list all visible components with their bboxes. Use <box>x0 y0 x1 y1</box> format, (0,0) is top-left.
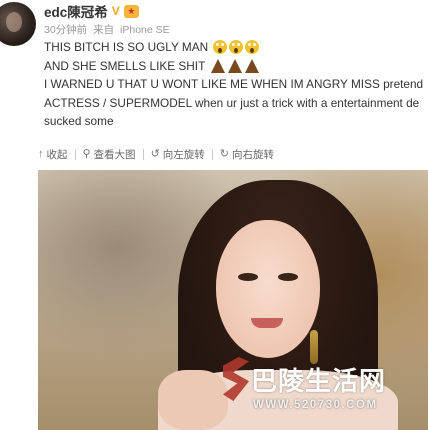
rotate-right-icon: ↻ <box>219 147 229 160</box>
photo-eye <box>278 273 298 281</box>
photo-mouth <box>251 318 283 328</box>
rotate-right-button[interactable]: ↻ 向右旋转 <box>220 147 274 162</box>
username-row: edc陳冠希 V ★ <box>44 2 139 20</box>
rotate-right-label: 向右旋转 <box>232 148 274 161</box>
divider <box>142 148 144 160</box>
vip-badge-icon[interactable]: V <box>112 5 120 17</box>
rotate-left-icon: ↺ <box>150 147 160 160</box>
poop-emoji-icon <box>245 58 260 73</box>
scream-emoji-icon <box>229 40 244 54</box>
rotate-left-label: 向左旋转 <box>162 148 205 161</box>
image-toolbar: ↑ 收起 ⚲ 查看大图 ↺ 向左旋转 ↻ 向右旋转 <box>38 143 428 165</box>
photo-face <box>216 220 320 358</box>
post-line-text: THIS BITCH IS SO UGLY MAN <box>44 40 209 54</box>
watermark-url: WWW.520730.COM <box>253 399 378 411</box>
post-line-text: AND SHE SMELLS LIKE SHIT <box>44 58 206 73</box>
medal-icon[interactable]: ★ <box>123 4 139 18</box>
post-meta: 30分钟前 来自 iPhone SE <box>44 22 173 37</box>
watermark-title: 巴陵生活网 <box>251 367 387 397</box>
photo-eye <box>238 273 258 281</box>
post-source: iPhone SE <box>120 24 170 36</box>
photo-hand <box>158 370 228 430</box>
scream-emoji-icon <box>245 40 260 54</box>
collapse-button[interactable]: ↑ 收起 <box>38 147 68 162</box>
photo-earring <box>310 330 318 364</box>
poop-emoji-icon <box>211 58 226 73</box>
post-line: sucked some <box>44 114 114 128</box>
post-line: AND SHE SMELLS LIKE SHIT <box>44 57 428 76</box>
username-link[interactable]: edc陳冠希 <box>44 1 108 21</box>
magnifier-icon: ⚲ <box>82 147 91 160</box>
source-prefix: 来自 <box>93 24 115 36</box>
view-large-label: 查看大图 <box>93 148 136 161</box>
avatar[interactable] <box>0 2 36 46</box>
divider <box>74 148 76 160</box>
view-large-button[interactable]: ⚲ 查看大图 <box>83 147 136 162</box>
post-line: THIS BITCH IS SO UGLY MAN <box>44 38 428 57</box>
post-time[interactable]: 30分钟前 <box>44 24 87 36</box>
arrow-up-icon: ↑ <box>38 147 44 160</box>
post-line: ACTRESS / SUPERMODEL when ur just a tric… <box>44 95 420 110</box>
post-line: I WARNED U THAT U WONT LIKE ME WHEN IM A… <box>44 77 424 91</box>
poop-emoji-icon <box>228 58 243 73</box>
scream-emoji-icon <box>213 40 228 54</box>
divider <box>211 148 213 160</box>
post-text: THIS BITCH IS SO UGLY MAN AND SHE SMELLS… <box>44 38 428 131</box>
rotate-left-button[interactable]: ↺ 向左旋转 <box>151 147 205 162</box>
collapse-label: 收起 <box>46 148 68 161</box>
